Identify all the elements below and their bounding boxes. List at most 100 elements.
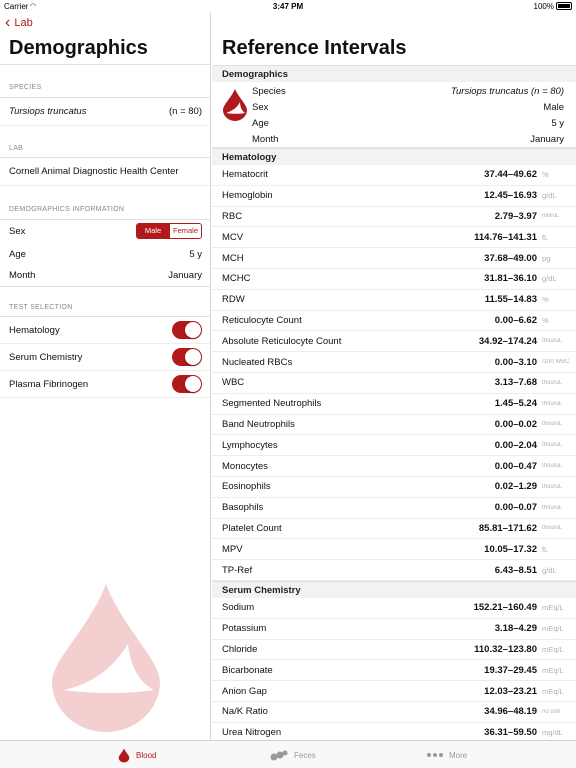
- test-name: Potassium: [222, 623, 267, 635]
- unit: mEq/L: [542, 624, 564, 634]
- test-name: Sodium: [222, 602, 255, 614]
- value: Male: [543, 101, 564, 113]
- tab-label: More: [449, 750, 468, 760]
- test-name: MCH: [222, 252, 244, 264]
- table-row[interactable]: Eosinophils 0.02–1.29 thou/uL: [212, 477, 576, 498]
- table-row[interactable]: TP-Ref 6.43–8.51 g/dL: [212, 560, 576, 581]
- age-row[interactable]: Age 5 y: [0, 243, 210, 265]
- species-section-label: SPECIES: [9, 84, 42, 91]
- back-button[interactable]: ‹ Lab: [5, 14, 33, 31]
- table-row[interactable]: Absolute Reticulocyte Count 34.92–174.24 t…: [212, 331, 576, 353]
- table-row[interactable]: Reticulocyte Count 0.00–6.62%: [212, 311, 576, 332]
- reference-range: 110.32–123.80: [474, 643, 537, 655]
- divider: [0, 64, 210, 65]
- unit: mEq/L: [542, 644, 564, 654]
- table-row[interactable]: Chloride 110.32–123.80 mEq/L: [212, 640, 576, 661]
- table-row[interactable]: Potassium 3.18–4.29 mEq/L: [212, 619, 576, 640]
- reference-list[interactable]: Demographics Species Tursiops truncatus …: [212, 65, 576, 740]
- battery-percent: 100%: [533, 2, 554, 11]
- blood-drop-icon: [118, 747, 130, 763]
- sex-label: Sex: [9, 225, 26, 237]
- table-row[interactable]: WBC 3.13–7.68 thou/uL: [212, 373, 576, 394]
- test-row-hematology: Hematology: [0, 317, 210, 344]
- table-row[interactable]: Hematocrit 37.44–49.62%: [212, 165, 576, 186]
- serum-chemistry-toggle[interactable]: [172, 348, 202, 366]
- reference-range: 3.18–4.29: [494, 623, 537, 635]
- table-row[interactable]: Lymphocytes 0.00–2.04 thou/uL: [212, 435, 576, 457]
- unit: fL: [542, 232, 549, 242]
- sex-option-male[interactable]: Male: [137, 224, 169, 238]
- month-row[interactable]: Month January: [0, 264, 210, 286]
- sex-segmented-control[interactable]: Male Female: [136, 223, 202, 239]
- table-row[interactable]: Sodium 152.21–160.49 mEq/L: [212, 598, 576, 619]
- plasma-fibrinogen-toggle[interactable]: [172, 375, 202, 393]
- reference-range: 37.44–49.62: [484, 169, 537, 181]
- demo-row-age: Age 5 y: [252, 115, 564, 131]
- test-name: Na/K Ratio: [222, 706, 268, 718]
- unit: fL: [542, 544, 549, 554]
- chevron-left-icon: ‹: [5, 14, 11, 31]
- reference-range: 0.02–1.29: [494, 481, 537, 493]
- divider: [0, 286, 210, 287]
- table-row[interactable]: MCHC 31.81–36.10 g/dL: [212, 269, 576, 290]
- test-name: WBC: [222, 377, 245, 389]
- tab-feces[interactable]: Feces: [270, 741, 316, 768]
- back-label: Lab: [14, 17, 33, 29]
- sex-row: Sex Male Female: [0, 220, 210, 242]
- reference-range: 1.45–5.24: [494, 398, 537, 410]
- table-row[interactable]: Bicarbonate 19.37–29.45 mEq/L: [212, 660, 576, 682]
- table-row[interactable]: Basophils 0.00–0.07 thou/uL: [212, 498, 576, 519]
- month-value: January: [168, 269, 202, 281]
- table-row[interactable]: Monocytes 0.00–0.47 thou/uL: [212, 456, 576, 477]
- table-row[interactable]: Hemoglobin 12.45–16.93 g/dL: [212, 186, 576, 207]
- table-row[interactable]: Segmented Neutrophils 1.45–5.24 thou/uL: [212, 394, 576, 415]
- tab-more[interactable]: More: [427, 741, 467, 768]
- table-row[interactable]: Anion Gap 12.03–23.21 mEq/L: [212, 681, 576, 702]
- reference-range: 152.21–160.49: [473, 602, 537, 614]
- test-row-plasma-fibrinogen: Plasma Fibrinogen: [0, 371, 210, 398]
- unit: thou/uL: [542, 504, 563, 511]
- reference-range: 0.00–0.07: [494, 502, 537, 514]
- section-header-demographics: Demographics: [212, 65, 576, 82]
- reference-range: 3.13–7.68: [494, 377, 537, 389]
- table-row[interactable]: Band Neutrophils 0.00–0.02 thou/uL: [212, 415, 576, 436]
- table-row[interactable]: MPV 10.05–17.32 fL: [212, 539, 576, 561]
- reference-range: 0.00–6.62: [494, 314, 537, 326]
- demographics-summary: Species Tursiops truncatus (n = 80) Sex …: [212, 82, 576, 148]
- species-row[interactable]: Tursiops truncatus (n = 80): [0, 98, 210, 126]
- demo-row-month: Month January: [252, 131, 564, 147]
- tab-blood[interactable]: Blood: [118, 741, 156, 768]
- species-name: Tursiops truncatus: [9, 106, 87, 117]
- unit: mill/uL: [542, 213, 560, 220]
- test-name: Nucleated RBCs: [222, 356, 293, 368]
- test-name: TP-Ref: [222, 564, 253, 576]
- hematology-rows: Hematocrit 37.44–49.62% Hemoglobin 12.45–16…: [212, 165, 576, 581]
- table-row[interactable]: Urea Nitrogen 36.31–59.50 mg/dL: [212, 723, 576, 740]
- test-name: Platelet Count: [222, 522, 282, 534]
- unit: g/dL: [542, 191, 557, 201]
- section-header-hematology: Hematology: [212, 148, 576, 165]
- sex-option-female[interactable]: Female: [169, 224, 201, 238]
- table-row[interactable]: MCV 114.76–141.31 fL: [212, 227, 576, 249]
- table-row[interactable]: MCH 37.68–49.00 pg: [212, 248, 576, 269]
- lab-row[interactable]: Cornell Animal Diagnostic Health Center: [0, 158, 210, 186]
- value: 5 y: [551, 117, 564, 129]
- table-row[interactable]: RBC 2.79–3.97 mill/uL: [212, 207, 576, 228]
- unit: thou/uL: [542, 525, 563, 532]
- age-label: Age: [9, 248, 26, 260]
- reference-range: 12.45–16.93: [484, 190, 537, 202]
- unit: mEq/L: [542, 686, 564, 696]
- reference-intervals-title: Reference Intervals: [222, 37, 407, 59]
- unit: mg/dL: [542, 728, 563, 738]
- test-name: MCHC: [222, 273, 251, 285]
- table-row[interactable]: Nucleated RBCs 0.00–3.10/100 WBC: [212, 352, 576, 373]
- table-row[interactable]: RDW 11.55–14.83%: [212, 290, 576, 311]
- label: Month: [252, 133, 279, 145]
- table-row[interactable]: Platelet Count 85.81–171.62 thou/uL: [212, 519, 576, 540]
- table-row[interactable]: Na/K Ratio 34.96–48.19 no unit: [212, 702, 576, 723]
- hematology-toggle[interactable]: [172, 321, 202, 339]
- reference-range: 19.37–29.45: [484, 664, 537, 676]
- test-name: Reticulocyte Count: [222, 314, 302, 326]
- label: Species: [252, 85, 286, 97]
- unit: %: [542, 170, 549, 180]
